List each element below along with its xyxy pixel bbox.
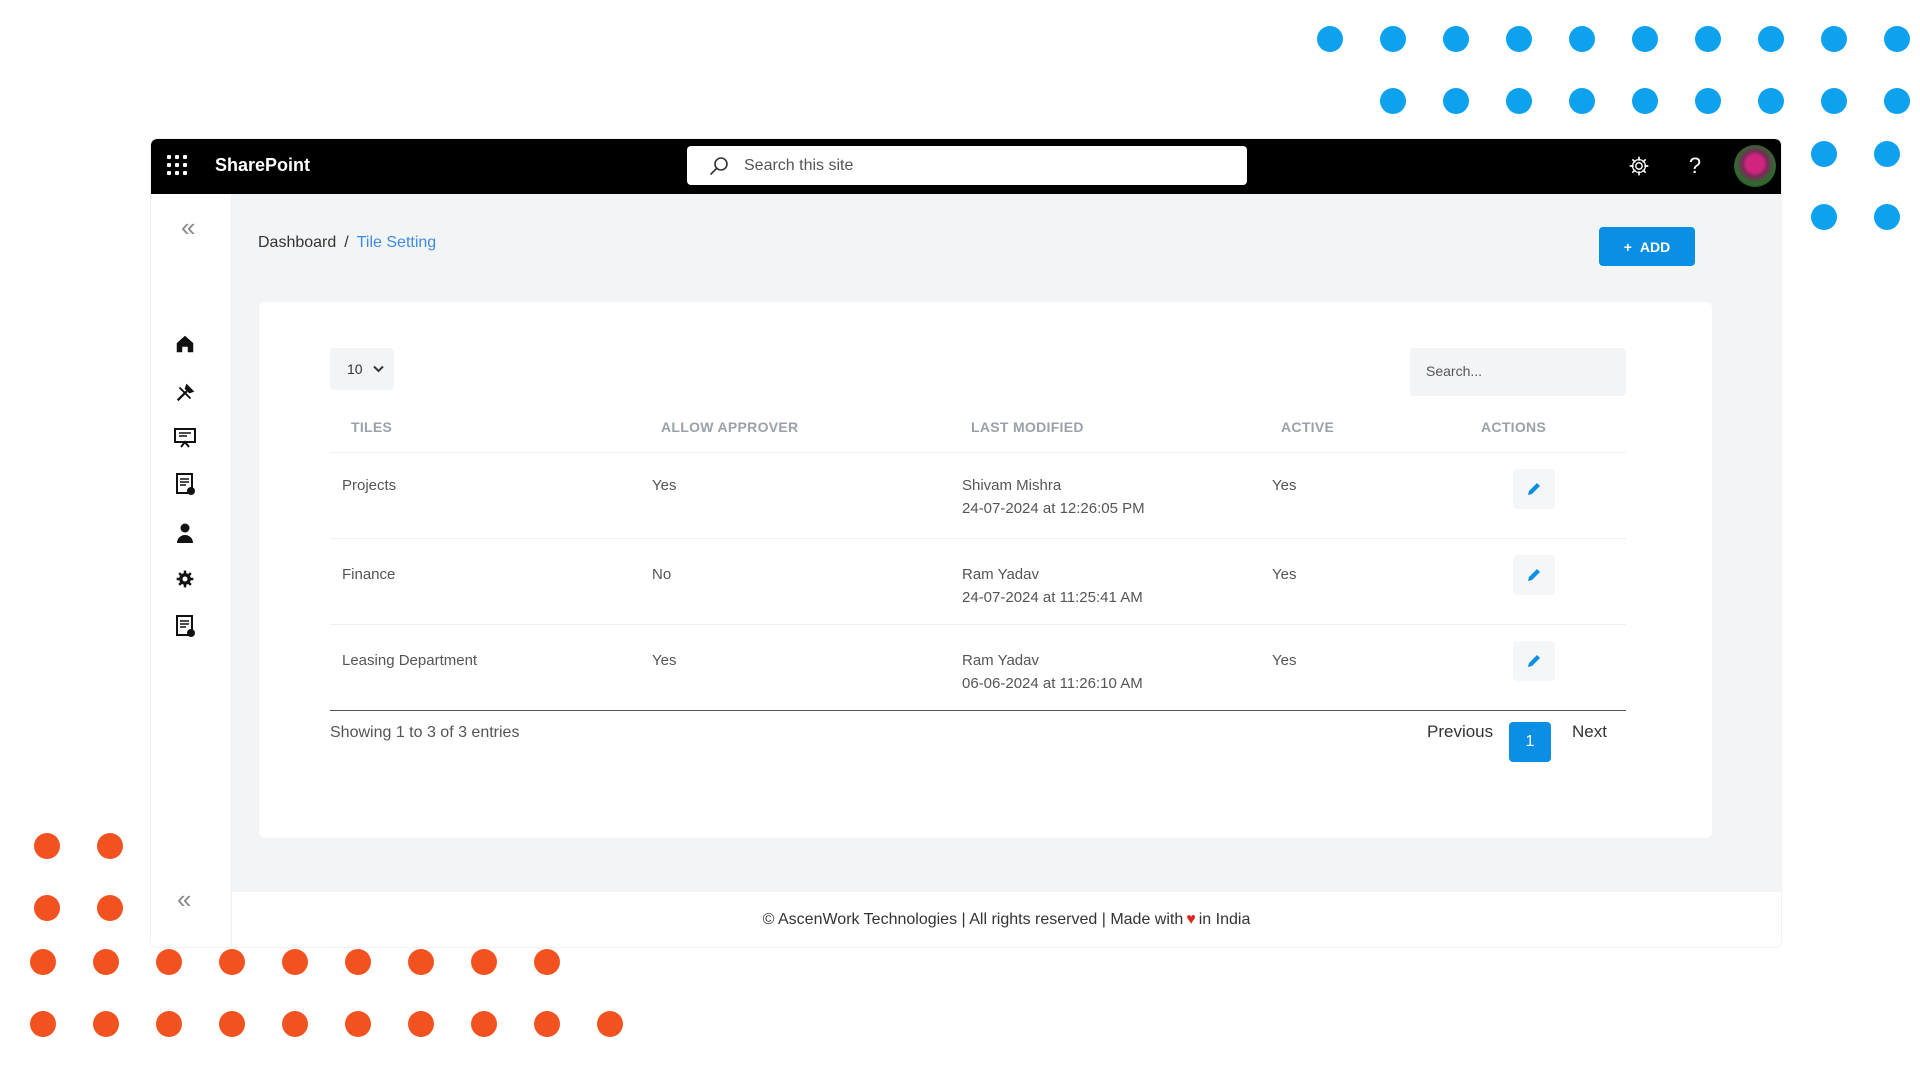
col-header-allow-approver[interactable]: ALLOW APPROVER [661, 419, 798, 435]
col-header-active[interactable]: ACTIVE [1281, 419, 1334, 435]
footer-text-end: in India [1198, 910, 1251, 928]
modified-at: 06-06-2024 at 11:26:10 AM [962, 675, 1143, 692]
col-header-actions: ACTIONS [1481, 419, 1547, 435]
tiles-table-card: 10 Search... TILES ALLOW APPROVER LAST M… [259, 302, 1712, 838]
previous-button[interactable]: Previous [1427, 722, 1493, 742]
modified-by: Shivam Mishra [962, 477, 1062, 494]
page-1-button[interactable]: 1 [1509, 722, 1551, 762]
footer: © AscenWork Technologies | All rights re… [232, 892, 1781, 947]
breadcrumb-dashboard[interactable]: Dashboard [258, 234, 336, 251]
breadcrumb: Dashboard / Tile Setting [258, 234, 436, 252]
page: SharePoint Search this site ? « « Dashbo… [0, 0, 1920, 1080]
app-launcher-icon[interactable] [167, 155, 189, 177]
allow-approver: Yes [652, 652, 677, 669]
tools-icon[interactable] [171, 379, 199, 407]
modified-at: 24-07-2024 at 12:26:05 PM [962, 500, 1145, 517]
table-row: Projects Yes Shivam Mishra 24-07-2024 at… [330, 452, 1626, 538]
user-icon[interactable] [171, 519, 199, 547]
edit-button[interactable] [1513, 555, 1555, 595]
user-avatar[interactable] [1734, 145, 1776, 187]
collapse-sidebar-icon[interactable]: « [181, 214, 195, 240]
breadcrumb-current: Tile Setting [356, 234, 437, 251]
tile-name: Leasing Department [342, 652, 478, 669]
active-status: Yes [1272, 566, 1297, 583]
main-content: Dashboard / Tile Setting + ADD 10 Search..… [232, 194, 1781, 892]
col-header-last-modified[interactable]: LAST MODIFIED [971, 419, 1084, 435]
search-placeholder: Search this site [744, 157, 854, 174]
sharepoint-window: SharePoint Search this site ? « « Dashbo… [151, 139, 1781, 947]
pencil-icon [1528, 569, 1540, 581]
allow-approver: Yes [652, 477, 677, 494]
page-size-select[interactable]: 10 [330, 348, 394, 390]
col-header-tiles[interactable]: TILES [351, 419, 392, 435]
heart-icon: ♥ [1186, 910, 1196, 928]
footer-text: © AscenWork Technologies | All rights re… [762, 910, 1184, 928]
modified-by: Ram Yadav [962, 652, 1039, 669]
table-search-input[interactable]: Search... [1410, 348, 1626, 396]
app-name[interactable]: SharePoint [215, 155, 310, 176]
table-bottom-border [330, 710, 1626, 711]
modified-by: Ram Yadav [962, 566, 1039, 583]
table-row: Finance No Ram Yadav 24-07-2024 at 11:25… [330, 538, 1626, 624]
collapse-sidebar-bottom-icon[interactable]: « [177, 886, 191, 912]
breadcrumb-separator: / [344, 234, 349, 251]
add-button-label: ADD [1639, 238, 1671, 255]
table-row: Leasing Department Yes Ram Yadav 06-06-2… [330, 624, 1626, 710]
suite-bar: SharePoint Search this site ? [151, 139, 1781, 194]
active-status: Yes [1272, 477, 1297, 494]
add-button[interactable]: + ADD [1599, 227, 1695, 266]
edit-button[interactable] [1513, 641, 1555, 681]
site-search-input[interactable]: Search this site [687, 146, 1247, 185]
allow-approver: No [652, 566, 672, 583]
entries-info: Showing 1 to 3 of 3 entries [330, 724, 520, 741]
home-icon[interactable] [171, 330, 199, 358]
active-status: Yes [1272, 652, 1297, 669]
left-sidebar: « « [151, 194, 232, 947]
document-icon[interactable] [171, 470, 199, 498]
presentation-icon[interactable] [171, 424, 199, 452]
pencil-icon [1528, 483, 1540, 495]
tile-name: Projects [342, 477, 397, 494]
tile-name: Finance [342, 566, 396, 583]
modified-at: 24-07-2024 at 11:25:41 AM [962, 589, 1143, 606]
document-icon[interactable] [171, 612, 199, 640]
search-icon [710, 157, 728, 175]
page-size-value: 10 [347, 361, 363, 377]
settings-icon[interactable] [1626, 153, 1652, 179]
pencil-icon [1528, 655, 1540, 667]
next-button[interactable]: Next [1572, 722, 1607, 742]
help-icon[interactable]: ? [1682, 153, 1708, 179]
edit-button[interactable] [1513, 469, 1555, 509]
gear-icon[interactable] [171, 565, 199, 593]
plus-icon: + [1623, 238, 1632, 255]
chevron-down-icon [372, 365, 384, 373]
